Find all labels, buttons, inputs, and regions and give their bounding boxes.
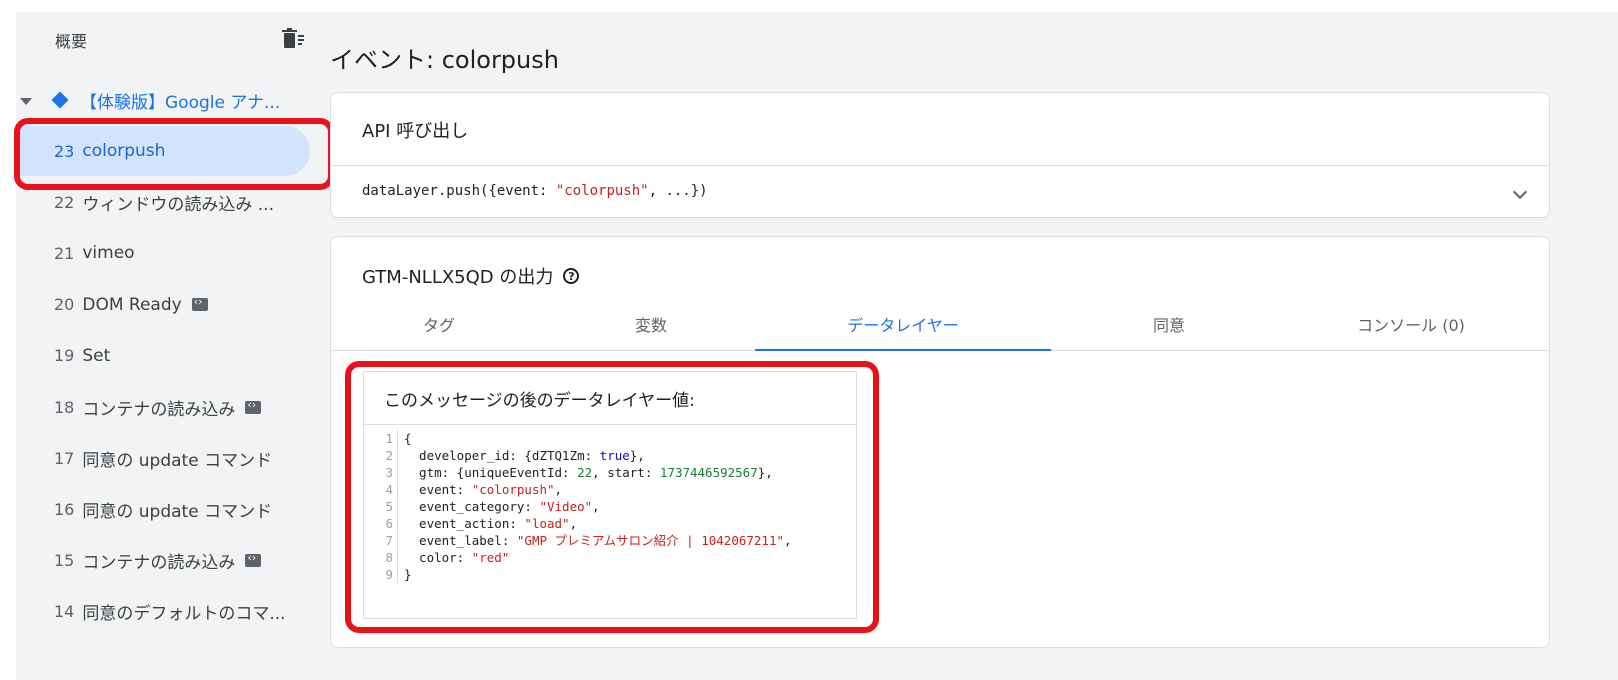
gtm-output-title: GTM-NLLX5QD の出力 ?	[362, 263, 580, 289]
api-code-suffix: , ...})	[648, 183, 708, 199]
container-label: 【体験版】Google アナ...	[80, 92, 281, 113]
page-title: イベント: colorpush	[330, 46, 559, 74]
event-label: 同意の update コマンド	[82, 450, 273, 471]
chevron-down-icon[interactable]	[1512, 184, 1528, 200]
event-number: 22	[54, 192, 75, 212]
api-code-prefix: dataLayer.push({event:	[362, 183, 556, 199]
event-label: コンテナの読み込み	[82, 399, 236, 420]
sidebar-event-item[interactable]: 19 Set	[16, 331, 310, 381]
event-number: 20	[54, 295, 75, 315]
event-number: 16	[54, 499, 75, 519]
event-label: ウィンドウの読み込み ...	[82, 194, 274, 215]
code-icon	[245, 551, 262, 568]
sidebar-summary[interactable]: 概要	[55, 28, 87, 52]
code-icon	[191, 295, 208, 312]
api-call-card: API 呼び出し dataLayer.push({event: "colorpu…	[330, 92, 1550, 218]
output-tab[interactable]: 変数	[547, 305, 755, 351]
output-tabs: タグ 変数 データレイヤー 同意 コンソール (0)	[331, 305, 1549, 351]
event-number: 18	[54, 397, 75, 417]
event-label: コンテナの読み込み	[82, 553, 236, 574]
event-label: 同意のデフォルトのコマ...	[82, 604, 286, 625]
sidebar-event-item[interactable]: 14 同意のデフォルトのコマ...	[16, 587, 310, 637]
event-number: 14	[54, 602, 75, 622]
gtm-output-title-text: GTM-NLLX5QD の出力	[362, 267, 554, 288]
clear-messages-icon[interactable]	[281, 28, 305, 50]
output-tab[interactable]: タグ	[331, 305, 547, 351]
sidebar-event-item[interactable]: 21 vimeo	[16, 228, 310, 278]
sidebar-event-item[interactable]: 17 同意の update コマンド	[16, 433, 310, 483]
event-number: 19	[54, 346, 75, 366]
api-call-code: dataLayer.push({event: "colorpush", ...}…	[362, 183, 708, 199]
event-label: DOM Ready	[82, 294, 182, 315]
event-number: 15	[54, 551, 75, 571]
sidebar-event-item[interactable]: 18 コンテナの読み込み	[16, 382, 310, 432]
event-label: Set	[82, 345, 111, 366]
sidebar-event-item[interactable]: 15 コンテナの読み込み	[16, 536, 310, 586]
help-icon[interactable]: ?	[563, 268, 580, 284]
event-label: vimeo	[82, 243, 135, 264]
highlight-box-datalayer	[345, 361, 879, 633]
output-tab[interactable]: コンソール (0)	[1283, 305, 1539, 351]
sidebar-event-item[interactable]: 20 DOM Ready	[16, 280, 310, 330]
sidebar-event-item[interactable]: 16 同意の update コマンド	[16, 484, 310, 534]
api-call-title: API 呼び出し	[362, 121, 469, 142]
api-code-string: "colorpush"	[555, 183, 649, 199]
event-label: 同意の update コマンド	[82, 501, 273, 522]
container-diamond-icon	[51, 91, 69, 109]
event-number: 17	[54, 448, 75, 468]
output-tab[interactable]: データレイヤー	[755, 305, 1051, 351]
output-tab[interactable]: 同意	[1055, 305, 1283, 351]
caret-down-icon[interactable]	[20, 97, 32, 105]
code-icon	[245, 398, 262, 414]
sidebar-container-item[interactable]: 【体験版】Google アナ...	[20, 88, 281, 113]
event-number: 21	[54, 243, 75, 263]
divider	[331, 165, 1549, 166]
highlight-box-selected-event	[14, 118, 334, 190]
